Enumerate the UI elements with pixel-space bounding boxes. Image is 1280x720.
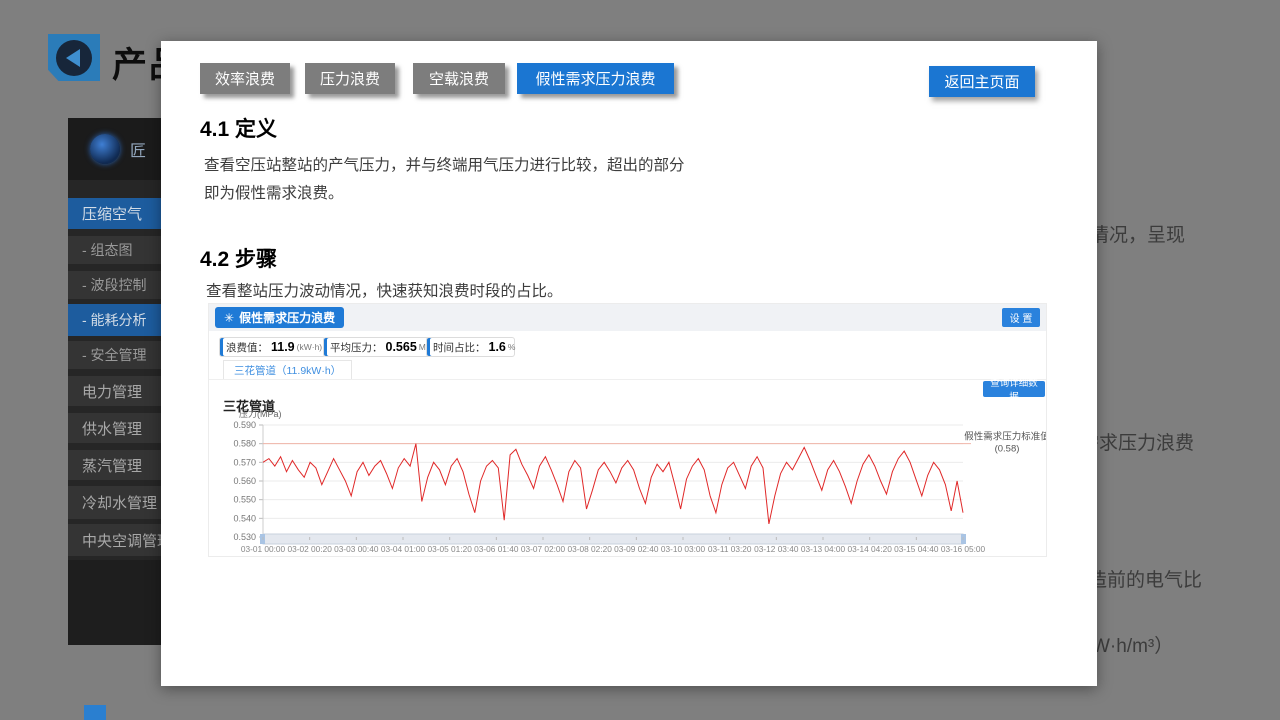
tab-pressure-waste[interactable]: 压力浪费	[305, 63, 395, 94]
sidebar-item-config-diagram[interactable]: - 组态图	[68, 236, 173, 264]
y-tick-label: 0.570	[233, 457, 256, 467]
taskbar-fragment	[84, 705, 106, 720]
x-tick-label: 03-09 02:40	[614, 544, 659, 554]
x-tick-label: 03-11 03:20	[708, 544, 752, 554]
x-tick-label: 03-08 02:20	[568, 544, 613, 554]
x-tick-label: 03-06 01:40	[474, 544, 519, 554]
content-modal: 效率浪费 压力浪费 空载浪费 假性需求压力浪费 返回主页面 4.1 定义 查看空…	[161, 41, 1097, 686]
embedded-screenshot: ✳ 假性需求压力浪费 设 置 浪费值： 11.9 (kW·h) 平均压力： 0.…	[208, 303, 1047, 557]
clipped-text-1: 情况，呈现	[1090, 220, 1185, 247]
section-4-1-heading: 4.1 定义	[200, 113, 277, 143]
x-tick-label: 03-04 01:00	[381, 544, 426, 554]
tab-false-demand-pressure-waste[interactable]: 假性需求压力浪费	[517, 63, 674, 94]
pressure-line-chart: 压力(MPa)0.590 0.580 0.570 0.560 0.550 0.540 0.5…	[209, 404, 1046, 556]
x-tick-label: 03-12 03:40	[754, 544, 799, 554]
sidebar-footer	[68, 560, 173, 645]
x-tick-label: 03-05 01:20	[428, 544, 473, 554]
sidebar-item-cooling-water-mgmt[interactable]: 冷却水管理	[68, 486, 173, 519]
company-logo-icon	[90, 134, 120, 164]
x-tick-label: 03-02 00:20	[288, 544, 333, 554]
clipped-text-2: 需求压力浪费	[1080, 428, 1194, 455]
section-4-2-heading: 4.2 步骤	[200, 243, 277, 273]
stat-time-ratio: 时间占比： 1.6 %	[426, 337, 515, 357]
back-arrow-icon	[56, 40, 92, 76]
y-tick-label: 0.530	[233, 532, 256, 542]
section-4-2-line1: 查看整站压力波动情况，快速获知浪费时段的占比。	[206, 279, 563, 301]
sidebar-item-steam-mgmt[interactable]: 蒸汽管理	[68, 450, 173, 480]
y-tick-label: 0.580	[233, 439, 256, 449]
x-tick-label: 03-15 04:40	[894, 544, 939, 554]
y-tick-label: 0.560	[233, 476, 256, 486]
y-tick-label: 0.590	[233, 420, 256, 430]
reference-label: 假性需求压力标准值	[964, 431, 1046, 443]
sidebar-item-water-supply-mgmt[interactable]: 供水管理	[68, 413, 173, 443]
back-nav-badge[interactable]	[48, 34, 100, 81]
x-tick-label: 03-01 00:00	[241, 544, 286, 554]
y-axis-label: 压力(MPa)	[239, 408, 282, 419]
reference-value: (0.58)	[995, 444, 1020, 455]
sidebar-item-band-control[interactable]: - 波段控制	[68, 271, 173, 299]
clipped-text-3: 造前的电气比	[1088, 565, 1202, 592]
y-tick-label: 0.550	[233, 495, 256, 505]
clipped-text-4: W·h/m³）	[1092, 631, 1173, 658]
pressure-series-line	[263, 444, 963, 524]
x-tick-label: 03-13 04:00	[801, 544, 846, 554]
query-detail-button[interactable]: 查询详细数据	[983, 381, 1045, 397]
tab-row-divider	[209, 379, 1046, 380]
stat-average-pressure: 平均压力： 0.565 Mpa	[323, 337, 430, 357]
sidebar-item-energy-analysis[interactable]: - 能耗分析	[68, 304, 173, 336]
section-4-1-line1: 查看空压站整站的产气压力，并与终端用气压力进行比较，超出的部分	[204, 153, 685, 175]
stat-waste-value: 浪费值： 11.9 (kW·h)	[219, 337, 326, 357]
sidebar-header: 匠	[68, 118, 173, 180]
screenshot-title-badge: ✳ 假性需求压力浪费	[215, 307, 344, 328]
sidebar-item-compressed-air[interactable]: 压缩空气	[68, 198, 173, 229]
sidebar-item-hvac-mgmt[interactable]: 中央空调管理	[68, 524, 173, 556]
section-4-1-line2: 即为假性需求浪费。	[204, 181, 344, 203]
tab-efficiency-waste[interactable]: 效率浪费	[200, 63, 290, 94]
sidebar-item-safety-mgmt[interactable]: - 安全管理	[68, 341, 173, 369]
screenshot-title: 假性需求压力浪费	[239, 309, 335, 326]
settings-button[interactable]: 设 置	[1002, 308, 1040, 327]
module-icon: ✳	[224, 311, 234, 325]
sidebar-item-power-mgmt[interactable]: 电力管理	[68, 376, 173, 406]
x-tick-label: 03-16 05:00	[941, 544, 986, 554]
x-tick-label: 03-14 04:20	[848, 544, 893, 554]
return-main-page-button[interactable]: 返回主页面	[929, 66, 1035, 97]
x-tick-label: 03-10 03:00	[661, 544, 706, 554]
sidebar-logo-text: 匠	[130, 137, 146, 161]
x-tick-label: 03-03 00:40	[334, 544, 379, 554]
x-tick-label: 03-07 02:00	[521, 544, 566, 554]
pipe-tab-sanhua[interactable]: 三花管道（11.9kW·h）	[223, 360, 352, 380]
tab-idle-waste[interactable]: 空载浪费	[413, 63, 505, 94]
y-tick-label: 0.540	[233, 513, 256, 523]
datazoom-slider[interactable]	[263, 534, 963, 544]
sidebar: 匠 压缩空气 - 组态图 - 波段控制 - 能耗分析 - 安全管理 电力管理 供…	[68, 118, 173, 645]
